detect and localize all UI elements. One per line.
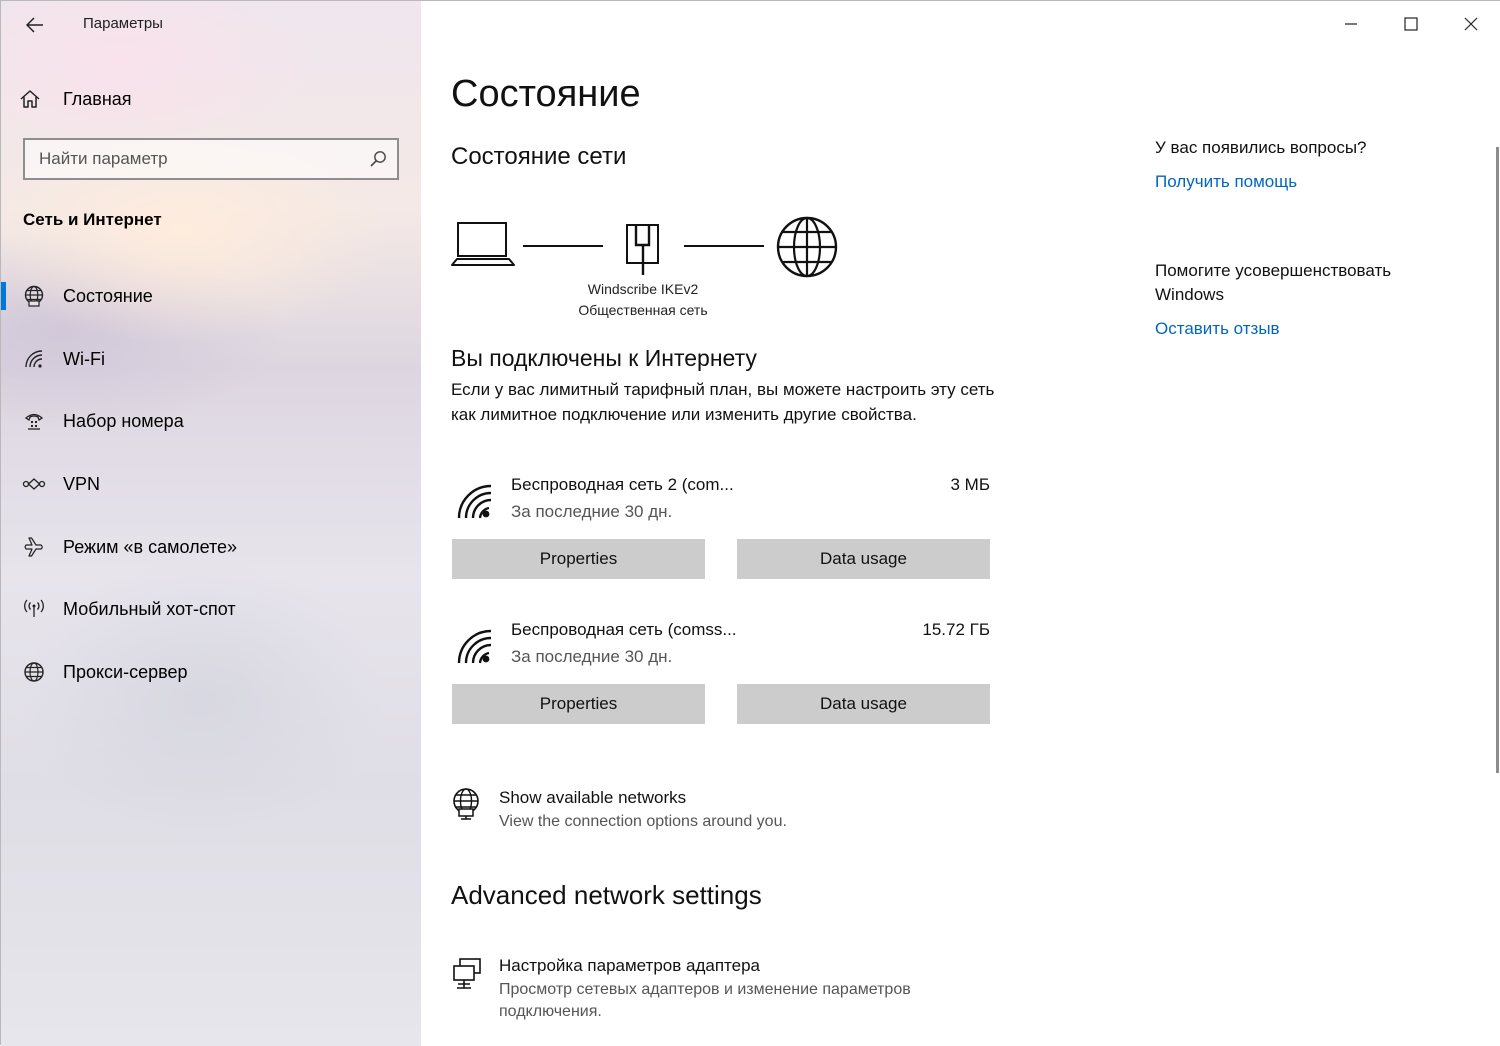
improve-windows-heading: Помогите усовершенствовать Windows	[1155, 261, 1392, 304]
network-globe-icon	[453, 788, 479, 820]
search-box[interactable]	[23, 138, 399, 180]
airplane-icon	[21, 535, 47, 559]
sidebar-section-title: Сеть и Интернет	[23, 210, 162, 229]
dialup-icon	[21, 409, 47, 433]
sidebar-item-label: Wi-Fi	[63, 348, 105, 369]
give-feedback-link[interactable]: Оставить отзыв	[1155, 319, 1280, 339]
router-icon	[626, 224, 659, 275]
adapter-settings-subtitle: Просмотр сетевых адаптеров и изменение п…	[499, 981, 911, 1020]
network-status-heading: Состояние сети	[451, 143, 627, 170]
minimize-button[interactable]	[1321, 1, 1381, 47]
main-content: Состояние Состояние сети Windscribe IKEv…	[421, 1, 1500, 1046]
search-icon[interactable]	[369, 150, 387, 168]
connection-name: Windscribe IKEv2	[587, 281, 699, 297]
sidebar-item-label: Прокси-сервер	[63, 661, 188, 682]
connected-heading: Вы подключены к Интернету	[451, 345, 757, 371]
sidebar-item-hotspot[interactable]: Мобильный хот-спот	[1, 587, 421, 631]
maximize-icon	[1404, 17, 1418, 31]
internet-globe-icon	[776, 216, 838, 278]
network-type: Общественная сеть	[578, 302, 708, 318]
page-title: Состояние	[451, 73, 641, 115]
sidebar-item-label: Режим «в самолете»	[63, 536, 238, 557]
sidebar-item-status[interactable]: Состояние	[1, 274, 421, 318]
questions-heading: У вас появились вопросы?	[1155, 138, 1367, 157]
laptop-icon	[451, 222, 515, 266]
advanced-settings-heading: Advanced network settings	[451, 880, 762, 910]
sidebar-item-airplane[interactable]: Режим «в самолете»	[1, 525, 421, 569]
sidebar-item-vpn[interactable]: VPN	[1, 462, 421, 506]
get-help-link[interactable]: Получить помощь	[1155, 172, 1297, 192]
status-globe-icon	[21, 284, 47, 308]
show-networks-title: Show available networks	[499, 788, 687, 807]
sidebar-item-wifi[interactable]: Wi-Fi	[1, 337, 421, 381]
connected-description: Если у вас лимитный тарифный план, вы мо…	[451, 380, 995, 424]
sidebar-item-label: Состояние	[63, 285, 153, 306]
network-adapter-icon	[453, 958, 481, 989]
properties-button[interactable]: Properties	[452, 539, 705, 579]
sidebar-home-label: Главная	[63, 88, 132, 109]
network-period: За последние 30 дн.	[511, 647, 673, 666]
data-usage-button[interactable]: Data usage	[737, 539, 990, 579]
network-name: Беспроводная сеть 2 (com...	[511, 475, 734, 494]
app-title: Параметры	[83, 15, 163, 32]
vpn-icon	[21, 472, 47, 496]
network-period: За последние 30 дн.	[511, 502, 673, 521]
sidebar: Параметры Главная Сеть и Интернет	[1, 1, 421, 1046]
network-name: Беспроводная сеть (comss...	[511, 620, 737, 639]
network-diagram	[451, 216, 838, 278]
network-usage: 3 МБ	[950, 475, 991, 494]
sidebar-item-proxy[interactable]: Прокси-сервер	[1, 650, 421, 694]
sidebar-item-label: Набор номера	[63, 410, 184, 431]
show-networks-subtitle: View the connection options around you.	[499, 813, 787, 830]
maximize-button[interactable]	[1381, 1, 1441, 47]
wifi-icon	[21, 347, 47, 371]
sidebar-item-dialup[interactable]: Набор номера	[1, 399, 421, 443]
scrollbar[interactable]	[1496, 147, 1499, 773]
sidebar-home[interactable]: Главная	[19, 84, 132, 114]
minimize-icon	[1345, 23, 1357, 25]
close-button[interactable]	[1441, 1, 1500, 47]
wifi-signal-icon	[457, 629, 492, 664]
sidebar-item-label: Мобильный хот-спот	[63, 598, 236, 619]
close-icon	[1464, 17, 1478, 31]
hotspot-icon	[21, 597, 47, 621]
home-icon	[20, 90, 40, 108]
data-usage-button[interactable]: Data usage	[737, 684, 990, 724]
settings-window: Параметры Главная Сеть и Интернет	[0, 0, 1500, 1046]
sidebar-item-label: VPN	[63, 473, 101, 494]
back-arrow-icon	[26, 17, 43, 33]
adapter-settings-title: Настройка параметров адаптера	[499, 956, 761, 975]
search-input[interactable]	[25, 140, 359, 178]
wifi-signal-icon	[457, 484, 492, 519]
network-usage: 15.72 ГБ	[922, 620, 990, 639]
globe-icon	[21, 660, 47, 684]
back-button[interactable]	[19, 9, 51, 41]
properties-button[interactable]: Properties	[452, 684, 705, 724]
